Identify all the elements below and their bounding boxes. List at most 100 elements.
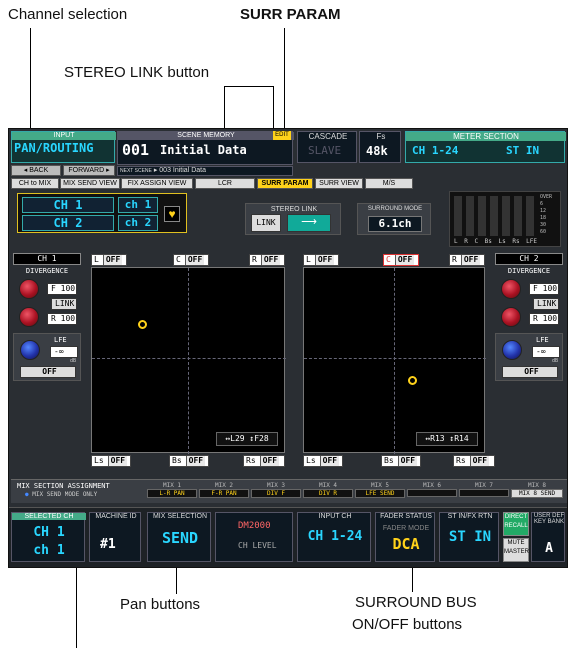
pan1-ls-button[interactable]: Ls OFF xyxy=(91,455,131,467)
pair-heart-icon[interactable]: ♥ xyxy=(164,206,180,222)
left-lfe-label: LFE xyxy=(54,336,67,344)
pan1-position-marker[interactable] xyxy=(138,320,147,329)
right-divergence-rear-knob[interactable] xyxy=(501,307,521,327)
scene-number: 001 xyxy=(122,141,150,159)
pan2-surround-grid[interactable]: ↔R13 ↕R14 xyxy=(303,267,486,454)
right-div-link-button[interactable]: LINK xyxy=(533,298,559,310)
stereo-link-button[interactable]: LINK xyxy=(251,214,281,232)
left-divergence-front-knob[interactable] xyxy=(19,279,39,299)
mix-assign-mode-text: MIX SEND MODE ONLY xyxy=(32,491,98,498)
pan1-c-button[interactable]: C OFF xyxy=(173,254,209,266)
st-in-label: ST IN/FX RTN xyxy=(447,513,493,520)
fs-label: Fs xyxy=(376,132,386,141)
pan1-ls-state: OFF xyxy=(107,456,128,466)
mix-slot-7[interactable]: MIX 7 xyxy=(459,482,509,502)
channel-1-button[interactable]: CH 1 xyxy=(22,197,114,213)
bottom-bar: SELECTED CH CH 1 ch 1 MACHINE ID #1 MIX … xyxy=(9,507,567,567)
pan1-surround-grid[interactable]: ↔L29 ↕F28 xyxy=(91,267,286,454)
direct-recall-button[interactable]: DIRECT RECALL xyxy=(503,512,529,536)
input-ch[interactable]: CH 1-24 xyxy=(298,529,372,544)
mix-selection[interactable]: SEND xyxy=(148,529,212,547)
left-div-link-button[interactable]: LINK xyxy=(51,298,77,310)
pan1-readout: ↔L29 ↕F28 xyxy=(216,432,278,446)
mix-slot-5-value: LFE SEND xyxy=(355,489,405,498)
pan2-ls-button[interactable]: Ls OFF xyxy=(303,455,343,467)
back-button[interactable]: ◂ BACK xyxy=(11,165,61,176)
pan1-rs-state: OFF xyxy=(259,456,280,466)
pan2-l-button[interactable]: L OFF xyxy=(303,254,339,266)
tab-lcr[interactable]: LCR xyxy=(195,178,255,189)
pan1-rs-button[interactable]: Rs OFF xyxy=(243,455,285,467)
selected-ch-box: SELECTED CH CH 1 ch 1 xyxy=(11,512,86,562)
pan1-bs-button[interactable]: Bs OFF xyxy=(169,455,209,467)
tab-mix-send-view[interactable]: MIX SEND VIEW xyxy=(60,178,120,189)
cascade-box: CASCADE SLAVE xyxy=(297,131,357,163)
mix-slot-3-value: DIV F xyxy=(251,489,301,498)
mix-slot-4[interactable]: MIX 4 DIV R xyxy=(303,482,353,502)
right-divergence-front-knob[interactable] xyxy=(501,279,521,299)
pan2-bs-button[interactable]: Bs OFF xyxy=(381,455,421,467)
pan2-c-state: OFF xyxy=(394,255,415,265)
cascade-label: CASCADE xyxy=(308,132,348,141)
tab-fix-assign-view[interactable]: FIX ASSIGN VIEW xyxy=(121,178,193,189)
callout-stereo-link-button: STEREO LINK button xyxy=(64,64,210,81)
mute-master-button[interactable]: MUTE MASTER xyxy=(503,538,529,562)
meter-section-box: METER SECTION CH 1-24 ST IN xyxy=(405,131,566,163)
tab-surr-view[interactable]: SURR VIEW xyxy=(315,178,363,189)
mix-slot-5[interactable]: MIX 5 LFE SEND xyxy=(355,482,405,502)
fader-value: DCA xyxy=(392,535,420,553)
pan1-l-name: L xyxy=(94,255,99,264)
mix-slot-1[interactable]: MIX 1 L-R PAN xyxy=(147,482,197,502)
pan2-r-button[interactable]: R OFF xyxy=(449,254,485,266)
right-lfe-label: LFE xyxy=(536,336,549,344)
input-ch-box: INPUT CH CH 1-24 xyxy=(297,512,371,562)
channel-selection: CH 1 CH 2 ch 1 ch 2 ♥ xyxy=(17,193,187,233)
mix-section-assignment: MIX SECTION ASSIGNMENT ● MIX SEND MODE O… xyxy=(11,479,567,503)
meter-st-button[interactable]: ST IN xyxy=(506,144,539,157)
forward-button[interactable]: FORWARD ▸ xyxy=(63,165,115,176)
tab-ch-to-mix[interactable]: CH to MIX xyxy=(11,178,59,189)
mix-slot-2[interactable]: MIX 2 F-R PAN xyxy=(199,482,249,502)
meter-scale: OVER 6 12 18 30 60 xyxy=(540,194,552,236)
meter-section-label: METER SECTION xyxy=(406,132,566,141)
surround-mode-value: 6.1ch xyxy=(368,216,422,232)
pan1-l-button[interactable]: L OFF xyxy=(91,254,127,266)
mix-slot-2-label: MIX 2 xyxy=(214,482,234,489)
input-ch-label: INPUT CH xyxy=(318,513,352,520)
tab-surr-param[interactable]: SURR PARAM xyxy=(257,178,313,189)
mix-slot-8[interactable]: MIX 8 MIX 8 SEND xyxy=(511,482,563,502)
channel-2-button[interactable]: CH 2 xyxy=(22,215,114,231)
machine-id-label: MACHINE ID xyxy=(95,513,137,520)
user-def-value[interactable]: A xyxy=(532,541,566,556)
mix-slot-3-label: MIX 3 xyxy=(266,482,286,489)
mix-assign-mode: ● MIX SEND MODE ONLY xyxy=(25,491,97,498)
st-in[interactable]: ST IN xyxy=(440,529,500,545)
user-def-label: USER DEF KEY BANK xyxy=(533,513,565,525)
pan2-rs-button[interactable]: Rs OFF xyxy=(453,455,495,467)
right-f-value: 100 xyxy=(542,284,558,293)
pan1-r-button[interactable]: R OFF xyxy=(249,254,285,266)
pan2-position-marker[interactable] xyxy=(408,376,417,385)
left-lfe-off-button[interactable]: OFF xyxy=(20,366,76,378)
mix-slot-5-label: MIX 5 xyxy=(370,482,390,489)
left-lfe-knob[interactable] xyxy=(20,340,40,360)
tab-ms[interactable]: M/S xyxy=(365,178,413,189)
selected-ch: CH 1 xyxy=(33,525,65,540)
right-lfe-knob[interactable] xyxy=(502,340,522,360)
stereo-link-direction-button[interactable]: ⟶ xyxy=(287,214,331,232)
tab-bar: CH to MIX MIX SEND VIEW FIX ASSIGN VIEW … xyxy=(11,178,567,190)
left-div-r-value: R 100 xyxy=(47,313,77,325)
mix-slot-3[interactable]: MIX 3 DIV F xyxy=(251,482,301,502)
pan1-r-name: R xyxy=(252,255,257,264)
next-scene: 003 Initial Data xyxy=(159,167,206,174)
fs-value: 48k xyxy=(366,144,388,158)
pan2-c-button[interactable]: C OFF xyxy=(383,254,419,266)
left-divergence-rear-knob[interactable] xyxy=(19,307,39,327)
mix-slot-6[interactable]: MIX 6 xyxy=(407,482,457,502)
callout-surround-bus-2: ON/OFF buttons xyxy=(352,616,463,633)
meter-ch-button[interactable]: CH 1-24 xyxy=(412,144,458,157)
fader-mode-label: FADER MODE xyxy=(382,525,430,532)
right-lfe-off-button[interactable]: OFF xyxy=(502,366,558,378)
right-r-label: R xyxy=(533,314,538,323)
selected-ch-label: SELECTED CH xyxy=(12,513,86,520)
